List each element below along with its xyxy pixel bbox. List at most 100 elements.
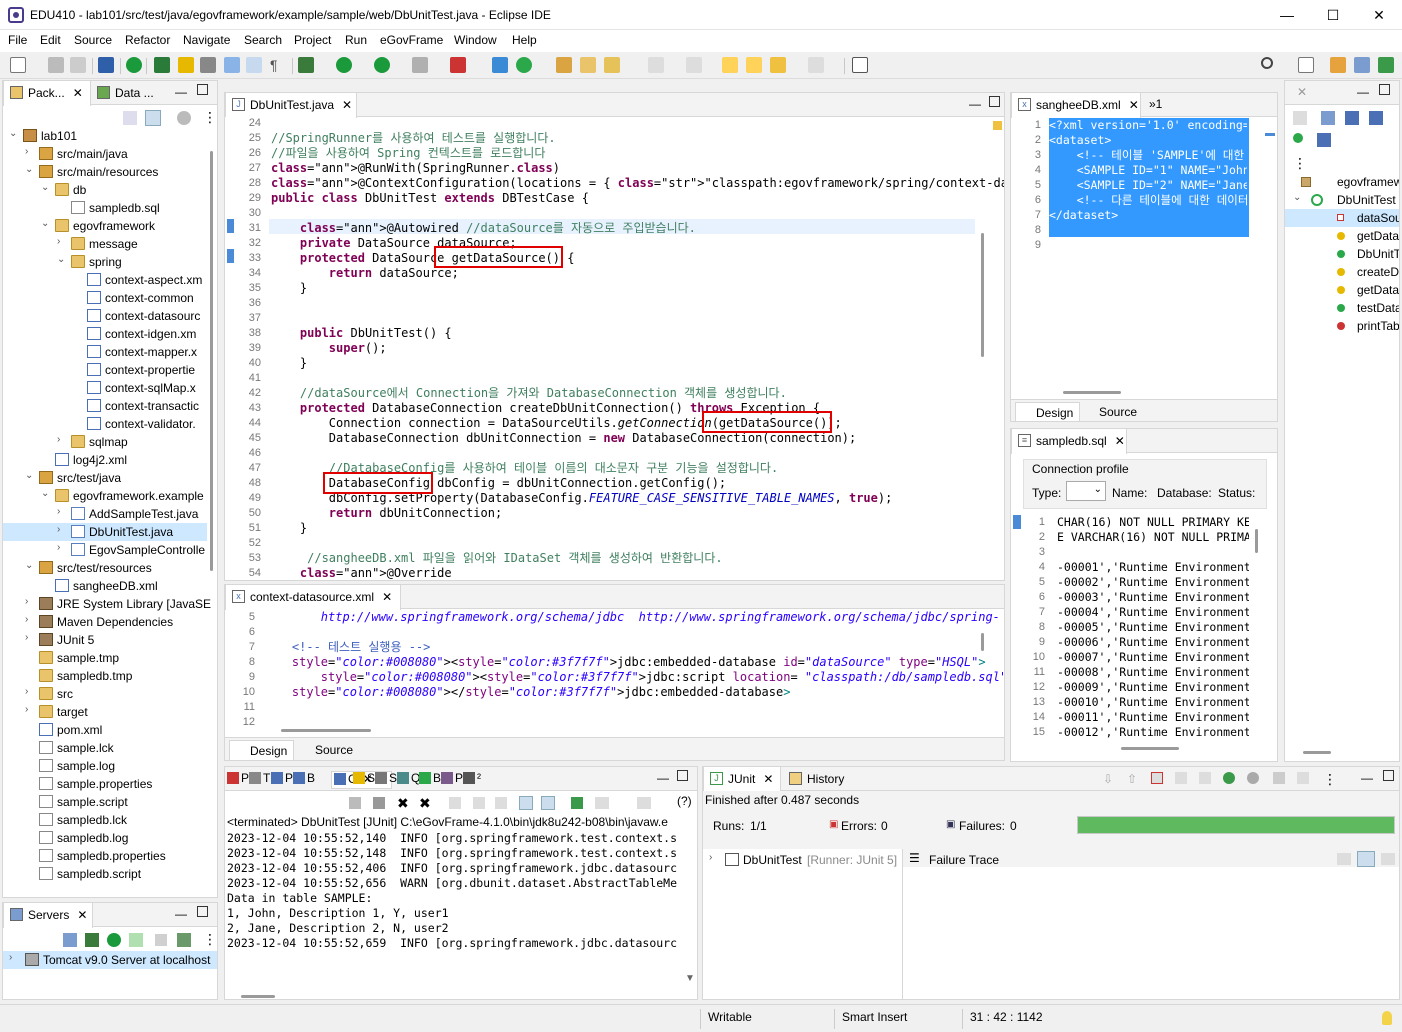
- code-line[interactable]: //dataSource에서 Connection을 가져와 DatabaseC…: [271, 386, 787, 401]
- tab-source[interactable]: Source: [295, 743, 353, 757]
- menu-help[interactable]: Help: [512, 33, 537, 47]
- copy-trace-icon[interactable]: [1381, 853, 1395, 865]
- debug-tool-icon[interactable]: [154, 57, 170, 73]
- terminal-icon[interactable]: [98, 57, 114, 73]
- chevron-right-icon[interactable]: ›: [25, 686, 28, 697]
- lightbulb-icon[interactable]: [1382, 1011, 1392, 1025]
- debug-icon[interactable]: [298, 57, 314, 73]
- console-view-tab[interactable]: P: [227, 771, 249, 789]
- minimize-view-icon[interactable]: —: [1361, 771, 1373, 785]
- menu-project[interactable]: Project: [294, 33, 331, 47]
- code-line[interactable]: <!-- 테이블 'SAMPLE'에 대한: [1049, 148, 1247, 163]
- editor-scrollbar[interactable]: [981, 233, 984, 357]
- terminate-icon[interactable]: [373, 797, 385, 809]
- console-view-tab[interactable]: ²: [463, 771, 481, 789]
- code-line[interactable]: <!-- 다른 테이블에 대한 데이터도: [1049, 193, 1247, 208]
- maximize-view-icon[interactable]: [197, 84, 208, 95]
- tree-item[interactable]: › src: [3, 685, 207, 703]
- pin-icon[interactable]: [349, 797, 361, 809]
- code-line[interactable]: -00002','Runtime Environment: [1057, 575, 1249, 590]
- code-line[interactable]: }: [271, 281, 307, 296]
- search-tool-icon[interactable]: [604, 57, 620, 73]
- tab-design[interactable]: Design: [229, 740, 295, 760]
- java-perspective-icon[interactable]: [1354, 57, 1370, 73]
- menu-navigate[interactable]: Navigate: [183, 33, 230, 47]
- tree-item[interactable]: context-mapper.x: [3, 343, 207, 361]
- next-annotation-icon[interactable]: [648, 57, 664, 73]
- chevron-down-icon[interactable]: ⌄: [41, 218, 49, 229]
- tree-item[interactable]: sampledb.log: [3, 829, 207, 847]
- sql-code-area[interactable]: 1 CHAR(16) NOT NULL PRIMARY KE 2 E VARCHAR(…: [1011, 515, 1251, 745]
- minimize-editor-icon[interactable]: —: [969, 97, 981, 111]
- sql-scrollbar[interactable]: [1255, 529, 1258, 553]
- display-console-icon[interactable]: [595, 797, 609, 809]
- tab-package-explorer[interactable]: Pack... ✕: [3, 81, 91, 106]
- chevron-right-icon[interactable]: ›: [57, 524, 60, 535]
- code-line[interactable]: <?xml version='1.0' encoding=: [1049, 118, 1247, 133]
- outline-item[interactable]: createDb: [1285, 263, 1399, 281]
- open-type-icon[interactable]: [556, 57, 572, 73]
- chevron-right-icon[interactable]: ›: [25, 146, 28, 157]
- show-failures-only-icon[interactable]: [1151, 772, 1163, 784]
- console-view-tab[interactable]: B: [293, 771, 315, 789]
- tree-item[interactable]: context-aspect.xm: [3, 271, 207, 289]
- tab-junit[interactable]: J JUnit ✕: [703, 767, 781, 792]
- link-editor-icon[interactable]: [145, 110, 161, 126]
- tab-data-source[interactable]: Data ...: [91, 81, 161, 105]
- sql-hscrollbar[interactable]: [1121, 747, 1179, 750]
- tree-item[interactable]: sample.properties: [3, 775, 207, 793]
- profile-server-icon[interactable]: [129, 933, 143, 947]
- console-output[interactable]: 2023-12-04 10:55:52,140 INFO [org.spring…: [225, 831, 685, 971]
- chevron-right-icon[interactable]: ›: [57, 506, 60, 517]
- stop-server-icon[interactable]: [155, 934, 167, 946]
- save-icon[interactable]: [48, 57, 64, 73]
- tree-item[interactable]: context-datasourc: [3, 307, 207, 325]
- code-line[interactable]: //파일을 사용하여 Spring 컨텍스트를 로드합니다: [271, 146, 545, 161]
- close-icon[interactable]: ✕: [763, 772, 773, 786]
- minimize-view-icon[interactable]: —: [1357, 85, 1369, 99]
- debug-server-icon[interactable]: [85, 933, 99, 947]
- tree-item[interactable]: ⌄ lab101: [3, 127, 207, 145]
- pencil-icon[interactable]: [178, 57, 194, 73]
- code-line[interactable]: style="color:#008080"></style="color:#3f…: [263, 685, 791, 700]
- open-perspective-icon[interactable]: [852, 57, 868, 73]
- show-skipped-icon[interactable]: [1175, 772, 1187, 784]
- start-server-icon[interactable]: [107, 933, 121, 947]
- collapse-all-icon[interactable]: [123, 111, 137, 125]
- code-line[interactable]: -00011','Runtime Environment: [1057, 710, 1249, 725]
- tree-item[interactable]: log4j2.xml: [3, 451, 207, 469]
- tree-item[interactable]: ⌄ src/test/resources: [3, 559, 207, 577]
- outline-item[interactable]: dataSour: [1285, 209, 1399, 227]
- outline-item[interactable]: printTabl: [1285, 317, 1399, 335]
- code-line[interactable]: class="ann">@ContextConfiguration(locati…: [271, 176, 1004, 191]
- external-tools-icon[interactable]: [450, 57, 466, 73]
- tab-design[interactable]: Design: [1015, 402, 1081, 421]
- run-icon[interactable]: [336, 57, 352, 73]
- context-xml-code-area[interactable]: 5 http://www.springframework.org/schema/…: [225, 610, 1004, 728]
- compare-result-icon[interactable]: [1337, 853, 1351, 865]
- tree-item[interactable]: › EgovSampleControlle: [3, 541, 207, 559]
- close-icon[interactable]: ✕: [1129, 98, 1139, 112]
- hide-nonpublic-icon[interactable]: [1293, 133, 1303, 143]
- new-icon[interactable]: [10, 57, 26, 73]
- tree-item[interactable]: sampledb.properties: [3, 847, 207, 865]
- test-history-icon[interactable]: [1297, 772, 1309, 784]
- menu-source[interactable]: Source: [74, 33, 112, 47]
- minimize-view-icon[interactable]: —: [657, 771, 669, 785]
- close-icon[interactable]: ✕: [77, 908, 87, 922]
- tree-item[interactable]: sampledb.script: [3, 865, 207, 883]
- code-line[interactable]: -00012','Runtime Environment: [1057, 725, 1249, 740]
- close-icon[interactable]: ✕: [1297, 85, 1307, 99]
- type-select[interactable]: ⌄: [1066, 481, 1106, 501]
- maximize-button[interactable]: ☐: [1310, 0, 1356, 30]
- code-line[interactable]: -00008','Runtime Environment: [1057, 665, 1249, 680]
- back-icon[interactable]: [770, 57, 786, 73]
- tree-item[interactable]: context-sqlMap.x: [3, 379, 207, 397]
- chevron-right-icon[interactable]: ›: [57, 236, 60, 247]
- chevron-down-icon[interactable]: ⌄: [9, 128, 17, 139]
- view-menu-icon[interactable]: ⋮: [203, 931, 217, 948]
- code-line[interactable]: CHAR(16) NOT NULL PRIMARY KE: [1057, 515, 1249, 530]
- tree-item[interactable]: sangheeDB.xml: [3, 577, 207, 595]
- console-view-tab[interactable]: P: [441, 771, 463, 789]
- clear-console-icon[interactable]: [449, 797, 461, 809]
